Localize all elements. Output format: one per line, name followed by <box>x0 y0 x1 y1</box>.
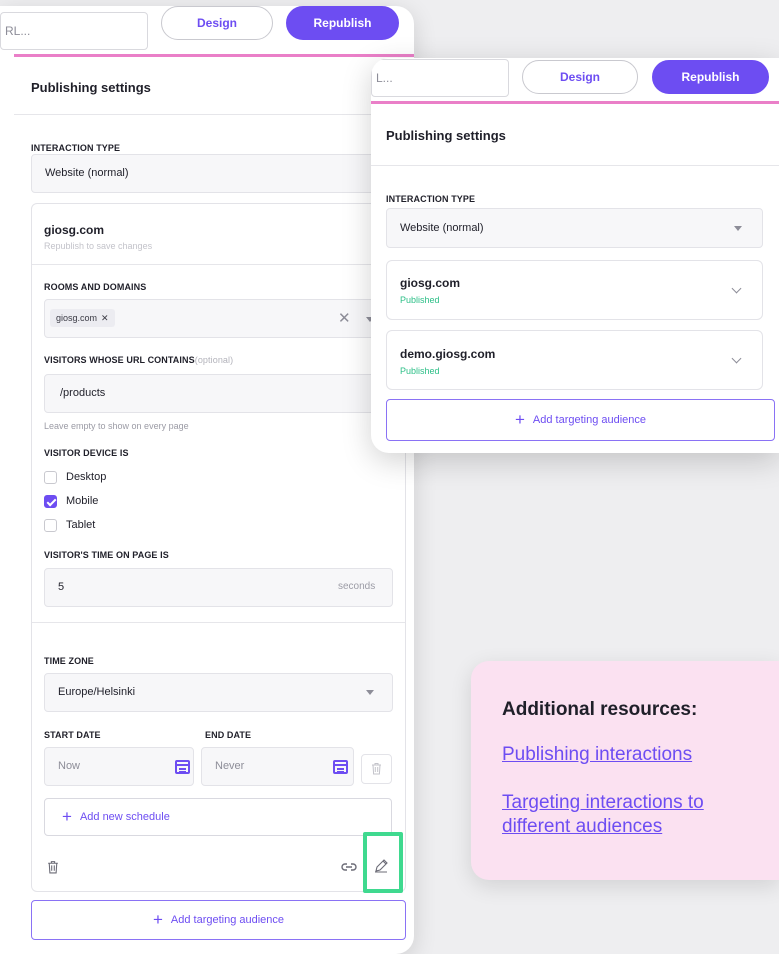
republish-button[interactable]: Republish <box>286 6 399 40</box>
time-on-page-label: VISITOR'S TIME ON PAGE IS <box>44 550 169 560</box>
url-input[interactable]: L... <box>371 59 509 97</box>
page-title: Publishing settings <box>31 80 151 95</box>
interaction-type-select[interactable]: Website (normal) <box>31 154 414 193</box>
add-schedule-button[interactable]: + Add new schedule <box>44 798 392 836</box>
room-chip-label: giosg.com <box>56 313 98 323</box>
checkbox-desktop[interactable] <box>44 471 57 484</box>
divider <box>32 264 405 265</box>
trash-icon[interactable] <box>47 860 59 874</box>
checkbox-tablet[interactable] <box>44 519 57 532</box>
domain-name: giosg.com <box>44 223 105 237</box>
device-label: VISITOR DEVICE IS <box>44 448 129 458</box>
plus-icon: + <box>152 910 163 929</box>
interaction-type-label: INTERACTION TYPE <box>386 194 476 204</box>
divider <box>371 165 779 166</box>
add-audience-button[interactable]: + Add targeting audience <box>31 900 406 940</box>
republish-button[interactable]: Republish <box>652 60 769 94</box>
dropdown-caret-icon[interactable] <box>734 226 742 231</box>
design-button[interactable]: Design <box>522 60 638 94</box>
url-contains-input[interactable]: /products <box>44 374 393 413</box>
accent-line <box>14 54 414 57</box>
interaction-type-select[interactable]: Website (normal) <box>386 208 763 248</box>
link-icon[interactable] <box>341 862 357 872</box>
time-unit: seconds <box>338 581 376 592</box>
top-toolbar: RL... Design Republish <box>0 6 414 58</box>
link-publishing-interactions[interactable]: Publishing interactions <box>502 743 692 767</box>
domain-card[interactable] <box>386 260 763 320</box>
publishing-panel-left: RL... Design Republish Publishing settin… <box>0 6 414 954</box>
plus-icon: + <box>514 410 525 429</box>
checkbox-desktop-label: Desktop <box>66 471 107 483</box>
resources-title: Additional resources: <box>502 699 698 720</box>
accent-line <box>371 101 779 104</box>
url-hint: Leave empty to show on every page <box>44 421 189 431</box>
calendar-icon[interactable] <box>175 760 190 774</box>
url-contains-label: VISITORS WHOSE URL CONTAINS(optional) <box>44 355 233 365</box>
time-zone-label: TIME ZONE <box>44 656 94 666</box>
chip-remove-icon[interactable]: ✕ <box>101 313 109 323</box>
design-button[interactable]: Design <box>161 6 273 40</box>
room-chip[interactable]: giosg.com ✕ <box>50 309 115 327</box>
start-date-input[interactable]: Now <box>44 747 194 786</box>
checkbox-tablet-label: Tablet <box>66 519 96 531</box>
clear-icon[interactable]: ✕ <box>338 309 351 327</box>
checkbox-mobile[interactable] <box>44 495 57 508</box>
publishing-panel-right: L... Design Republish Publishing setting… <box>371 58 779 453</box>
divider <box>14 114 414 115</box>
url-contains-label-text: VISITORS WHOSE URL CONTAINS <box>44 355 195 365</box>
add-audience-label: Add targeting audience <box>532 414 647 426</box>
additional-resources-box: Additional resources: Publishing interac… <box>471 661 779 880</box>
checkbox-mobile-label: Mobile <box>66 495 99 507</box>
calendar-icon[interactable] <box>333 760 348 774</box>
link-targeting-interactions[interactable]: Targeting interactions to different audi… <box>502 791 777 839</box>
highlight-box <box>363 832 403 893</box>
page-title: Publishing settings <box>386 128 506 143</box>
domain-note: Republish to save changes <box>44 241 153 251</box>
url-input[interactable]: RL... <box>0 12 148 50</box>
dropdown-caret-icon[interactable] <box>366 690 374 695</box>
trash-icon <box>372 763 381 775</box>
delete-date-button[interactable] <box>361 754 392 784</box>
add-schedule-label: Add new schedule <box>79 811 170 823</box>
end-date-input[interactable]: Never <box>201 747 354 786</box>
status-badge: Published <box>400 366 440 376</box>
rooms-label: ROOMS AND DOMAINS <box>44 282 147 292</box>
domain-name: giosg.com <box>400 276 461 290</box>
optional-text: (optional) <box>194 355 234 365</box>
plus-icon: + <box>62 807 72 826</box>
time-zone-select[interactable]: Europe/Helsinki <box>44 673 393 712</box>
add-audience-button[interactable]: + Add targeting audience <box>386 399 775 441</box>
status-badge: Published <box>400 295 440 305</box>
interaction-type-label: INTERACTION TYPE <box>31 143 121 153</box>
domain-name: demo.giosg.com <box>400 347 496 361</box>
end-date-label: END DATE <box>205 730 252 740</box>
add-audience-label: Add targeting audience <box>170 914 285 926</box>
divider <box>32 622 405 623</box>
start-date-label: START DATE <box>44 730 101 740</box>
